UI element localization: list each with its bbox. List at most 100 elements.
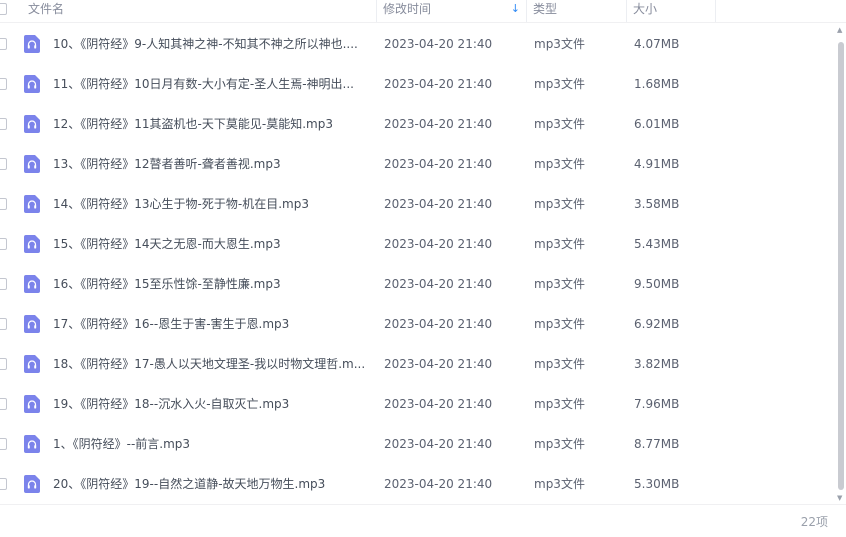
file-size: 5.30MB [634, 477, 680, 491]
file-type: mp3文件 [534, 317, 585, 331]
row-checkbox[interactable] [0, 438, 7, 450]
file-name[interactable]: 10、《阴符经》9-人知其神之神-不知其不神之所以神也.... [53, 24, 371, 64]
file-name[interactable]: 18、《阴符经》17-愚人以天地文理圣-我以时物文理哲.m... [53, 344, 371, 384]
file-row[interactable]: 14、《阴符经》13心生于物-死于物-机在目.mp3 2023-04-20 21:… [0, 184, 836, 224]
audio-file-icon [24, 155, 40, 173]
header-modified-label: 修改时间 [383, 2, 432, 16]
row-checkbox[interactable] [0, 78, 7, 90]
file-row[interactable]: 13、《阴符经》12瞽者善听-聋者善视.mp3 2023-04-20 21:40 m… [0, 144, 836, 184]
file-row[interactable]: 16、《阴符经》15至乐性馀-至静性廉.mp3 2023-04-20 21:40 m… [0, 264, 836, 304]
sort-down-arrow-icon: ↓ [510, 2, 520, 15]
file-size: 3.58MB [634, 197, 680, 211]
item-count: 22项 [800, 515, 828, 529]
audio-file-icon [24, 115, 40, 133]
row-checkbox[interactable] [0, 398, 7, 410]
file-row[interactable]: 11、《阴符经》10日月有数-大小有定-圣人生焉-神明出... 2023-04-2… [0, 64, 836, 104]
audio-file-icon [24, 235, 40, 253]
file-type: mp3文件 [534, 437, 585, 451]
file-modified-time: 2023-04-20 21:40 [384, 157, 493, 171]
file-type: mp3文件 [534, 237, 585, 251]
file-name[interactable]: 16、《阴符经》15至乐性馀-至静性廉.mp3 [53, 264, 371, 304]
file-size: 6.92MB [634, 317, 680, 331]
scroll-up-arrow-icon[interactable]: ▲ [837, 26, 842, 34]
file-row[interactable]: 20、《阴符经》19--自然之道静-故天地万物生.mp3 2023-04-20 2… [0, 464, 836, 504]
file-name[interactable]: 14、《阴符经》13心生于物-死于物-机在目.mp3 [53, 184, 371, 224]
file-modified-time: 2023-04-20 21:40 [384, 237, 493, 251]
file-type: mp3文件 [534, 157, 585, 171]
audio-file-icon [24, 435, 40, 453]
file-size: 7.96MB [634, 397, 680, 411]
file-name[interactable]: 19、《阴符经》18--沉水入火-自取灭亡.mp3 [53, 384, 371, 424]
audio-file-icon [24, 35, 40, 53]
file-row[interactable]: 19、《阴符经》18--沉水入火-自取灭亡.mp3 2023-04-20 21:4… [0, 384, 836, 424]
select-all-checkbox[interactable] [0, 3, 7, 15]
audio-file-icon [24, 315, 40, 333]
file-size: 4.91MB [634, 157, 680, 171]
file-modified-time: 2023-04-20 21:40 [384, 477, 493, 491]
row-checkbox[interactable] [0, 358, 7, 370]
audio-file-icon [24, 395, 40, 413]
vertical-scrollbar[interactable]: ▲ ▼ [836, 24, 846, 504]
file-type: mp3文件 [534, 357, 585, 371]
file-type: mp3文件 [534, 37, 585, 51]
file-size: 6.01MB [634, 117, 680, 131]
file-row[interactable]: 1、《阴符经》--前言.mp3 2023-04-20 21:40 mp3文件 8.77… [0, 424, 836, 464]
header-type-label: 类型 [533, 2, 558, 16]
file-size: 1.68MB [634, 77, 680, 91]
file-row[interactable]: 17、《阴符经》16--恩生于害-害生于恩.mp3 2023-04-20 21:4… [0, 304, 836, 344]
file-row[interactable]: 12、《阴符经》11其盗机也-天下莫能见-莫能知.mp3 2023-04-20 2… [0, 104, 836, 144]
status-bar: 22项 [0, 504, 846, 537]
row-checkbox[interactable] [0, 318, 7, 330]
file-size: 9.50MB [634, 277, 680, 291]
audio-file-icon [24, 475, 40, 493]
file-list: 10、《阴符经》9-人知其神之神-不知其不神之所以神也.... 2023-04-2… [0, 24, 836, 504]
file-size: 4.07MB [634, 37, 680, 51]
file-modified-time: 2023-04-20 21:40 [384, 277, 493, 291]
file-size: 5.43MB [634, 237, 680, 251]
header-size-label: 大小 [633, 2, 658, 16]
file-name[interactable]: 12、《阴符经》11其盗机也-天下莫能见-莫能知.mp3 [53, 104, 371, 144]
file-type: mp3文件 [534, 117, 585, 131]
audio-file-icon [24, 355, 40, 373]
header-size[interactable]: 大小 [626, 0, 716, 22]
file-modified-time: 2023-04-20 21:40 [384, 437, 493, 451]
file-modified-time: 2023-04-20 21:40 [384, 357, 493, 371]
file-type: mp3文件 [534, 197, 585, 211]
file-type: mp3文件 [534, 397, 585, 411]
header-name-label: 文件名 [28, 2, 65, 16]
column-header: 文件名 修改时间 ↓ 类型 大小 [0, 0, 846, 23]
file-row[interactable]: 10、《阴符经》9-人知其神之神-不知其不神之所以神也.... 2023-04-2… [0, 24, 836, 64]
scroll-down-arrow-icon[interactable]: ▼ [837, 494, 842, 502]
row-checkbox[interactable] [0, 158, 7, 170]
row-checkbox[interactable] [0, 118, 7, 130]
scroll-thumb[interactable] [838, 42, 844, 490]
file-size: 8.77MB [634, 437, 680, 451]
header-modified[interactable]: 修改时间 ↓ [376, 0, 526, 22]
file-modified-time: 2023-04-20 21:40 [384, 37, 493, 51]
file-modified-time: 2023-04-20 21:40 [384, 77, 493, 91]
file-modified-time: 2023-04-20 21:40 [384, 317, 493, 331]
file-name[interactable]: 20、《阴符经》19--自然之道静-故天地万物生.mp3 [53, 464, 371, 504]
row-checkbox[interactable] [0, 278, 7, 290]
file-name[interactable]: 17、《阴符经》16--恩生于害-害生于恩.mp3 [53, 304, 371, 344]
row-checkbox[interactable] [0, 38, 7, 50]
file-modified-time: 2023-04-20 21:40 [384, 397, 493, 411]
header-type[interactable]: 类型 [526, 0, 626, 22]
row-checkbox[interactable] [0, 478, 7, 490]
file-type: mp3文件 [534, 477, 585, 491]
audio-file-icon [24, 195, 40, 213]
file-name[interactable]: 15、《阴符经》14天之无恩-而大恩生.mp3 [53, 224, 371, 264]
file-name[interactable]: 1、《阴符经》--前言.mp3 [53, 424, 371, 464]
file-name[interactable]: 11、《阴符经》10日月有数-大小有定-圣人生焉-神明出... [53, 64, 371, 104]
file-row[interactable]: 15、《阴符经》14天之无恩-而大恩生.mp3 2023-04-20 21:40 m… [0, 224, 836, 264]
audio-file-icon [24, 275, 40, 293]
file-name[interactable]: 13、《阴符经》12瞽者善听-聋者善视.mp3 [53, 144, 371, 184]
file-type: mp3文件 [534, 77, 585, 91]
file-modified-time: 2023-04-20 21:40 [384, 197, 493, 211]
row-checkbox[interactable] [0, 238, 7, 250]
header-name[interactable]: 文件名 [22, 0, 376, 22]
row-checkbox[interactable] [0, 198, 7, 210]
file-type: mp3文件 [534, 277, 585, 291]
audio-file-icon [24, 75, 40, 93]
file-row[interactable]: 18、《阴符经》17-愚人以天地文理圣-我以时物文理哲.m... 2023-04-… [0, 344, 836, 384]
